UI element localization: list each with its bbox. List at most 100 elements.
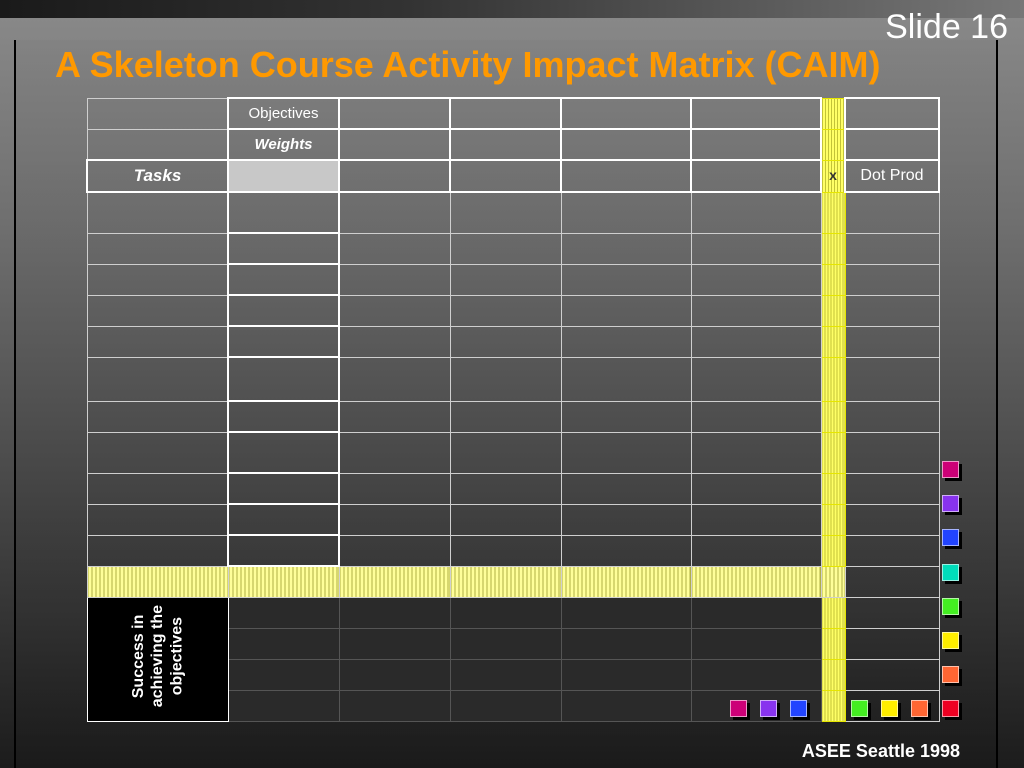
matrix-cell: [449, 400, 562, 433]
weights-row: Weights: [86, 128, 940, 161]
highlight-column-cell: [820, 431, 846, 474]
highlight-row-cell: [690, 565, 822, 598]
matrix-cell: [338, 356, 451, 402]
color-marker-square: [942, 598, 959, 615]
dot-product-label: Dot Prod: [860, 167, 924, 184]
matrix-cell: [338, 294, 451, 327]
color-marker-square: [760, 700, 777, 717]
highlight-column-cell: [820, 534, 846, 567]
success-label: Success in achieving the objectives: [129, 605, 187, 707]
matrix-cell: [560, 263, 692, 296]
matrix-cell: [449, 294, 562, 327]
task-weight-cell: [227, 400, 340, 433]
objective-cell: [449, 97, 562, 130]
matrix-cell: [86, 128, 229, 161]
matrix-cell: [690, 232, 822, 265]
highlight-column-cell: [820, 128, 846, 161]
color-marker-square: [881, 700, 898, 717]
matrix-cell: [338, 472, 451, 505]
dot-product-cell: [844, 503, 940, 536]
color-marker-square: [942, 564, 959, 581]
success-cell: [338, 627, 451, 660]
matrix-cell: [449, 356, 562, 402]
tasks-label: Tasks: [133, 166, 182, 185]
matrix-cell: [560, 503, 692, 536]
matrix-cell: [449, 325, 562, 358]
color-marker-square: [942, 666, 959, 683]
highlight-column-cell: [820, 596, 846, 629]
task-row: [86, 263, 940, 296]
dot-product-cell: [844, 431, 940, 474]
color-marker-square: [942, 461, 959, 478]
matrix-cell: [690, 294, 822, 327]
success-cell: [449, 627, 562, 660]
matrix-cell: [560, 356, 692, 402]
dot-product-cell: [844, 356, 940, 402]
stripe-marker: x: [829, 167, 837, 183]
success-cell: [560, 596, 692, 629]
matrix-cell: [690, 503, 822, 536]
task-row: [86, 503, 940, 536]
task-name-cell: [86, 431, 229, 474]
matrix-cell: [449, 263, 562, 296]
objectives-row: Objectives: [86, 97, 940, 130]
task-weight-cell: [227, 263, 340, 296]
highlight-column-cell: [820, 263, 846, 296]
task-weight-cell: [227, 325, 340, 358]
success-cell: [560, 658, 692, 691]
highlight-row-cell: [86, 565, 229, 598]
task-row: [86, 294, 940, 327]
objective-cell: [844, 97, 940, 130]
matrix-cell: [690, 325, 822, 358]
success-cell: [449, 689, 562, 722]
success-cell: [227, 658, 340, 691]
caim-matrix: Objectives Weights Tasks x Dot Prod Succ…: [86, 97, 940, 722]
success-label-line: achieving the: [148, 605, 166, 708]
task-name-cell: [86, 191, 229, 234]
matrix-cell: [449, 534, 562, 567]
highlight-column-cell: [820, 325, 846, 358]
task-row: [86, 431, 940, 474]
color-marker-square: [730, 700, 747, 717]
task-row: [86, 325, 940, 358]
task-name-cell: [86, 325, 229, 358]
objectives-header-cell: Objectives: [227, 97, 340, 130]
dot-product-cell: [844, 565, 940, 598]
matrix-cell: [690, 159, 822, 193]
dot-product-cell: [844, 325, 940, 358]
highlight-column-cell: [820, 232, 846, 265]
matrix-cell: [449, 159, 562, 193]
matrix-cell: [338, 400, 451, 433]
matrix-cell: [338, 159, 451, 193]
highlight-column-cell: [820, 503, 846, 536]
highlight-column-cell: [820, 400, 846, 433]
task-name-cell: [86, 294, 229, 327]
task-row: [86, 472, 940, 505]
dot-product-cell: [844, 534, 940, 567]
objective-cell: [560, 97, 692, 130]
success-cell: [227, 689, 340, 722]
matrix-cell: [560, 400, 692, 433]
matrix-cell: [338, 191, 451, 234]
task-name-cell: [86, 263, 229, 296]
success-cell: [690, 596, 822, 629]
highlight-row-cell: [560, 565, 692, 598]
success-label-block: Success in achieving the objectives: [86, 596, 229, 722]
matrix-cell: [690, 472, 822, 505]
highlight-row-cell: [227, 565, 340, 598]
matrix-cell: [560, 294, 692, 327]
matrix-cell: [449, 191, 562, 234]
highlight-column-cell: [820, 294, 846, 327]
matrix-cell: [690, 263, 822, 296]
highlight-column-cell: [820, 356, 846, 402]
task-row: [86, 191, 940, 234]
success-label-line: Success in: [129, 614, 147, 699]
task-weight-cell: [227, 232, 340, 265]
highlight-column-cell: [820, 191, 846, 234]
dot-product-cell: [844, 400, 940, 433]
success-cell: [227, 627, 340, 660]
weight-cell: [560, 128, 692, 161]
highlight-row-cell: [449, 565, 562, 598]
matrix-cell: [338, 325, 451, 358]
task-name-cell: [86, 400, 229, 433]
